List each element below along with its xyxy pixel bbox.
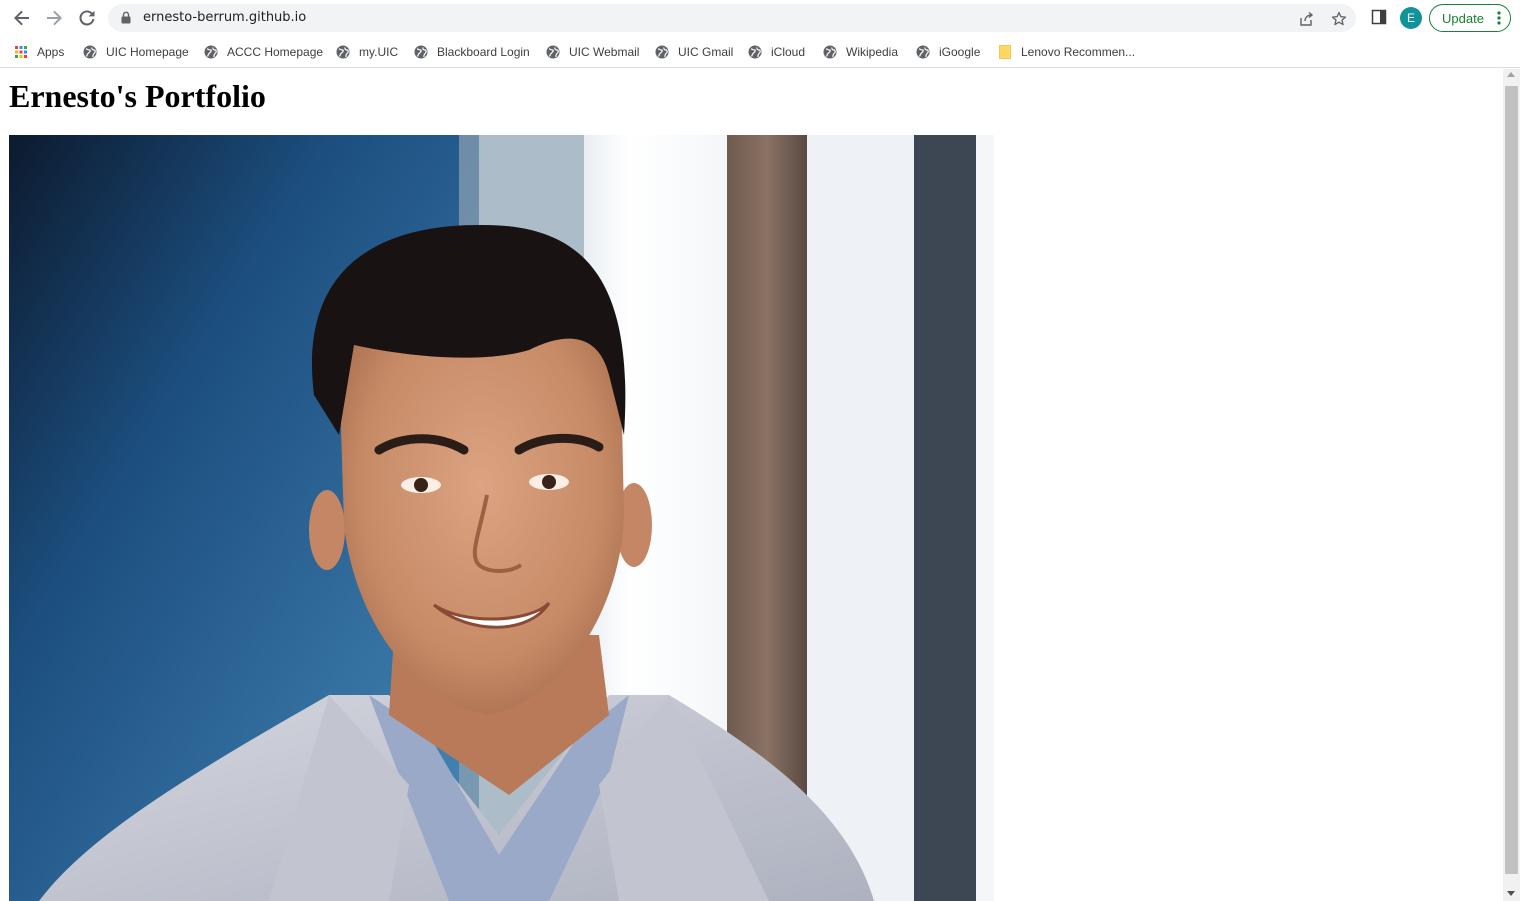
globe-icon [916, 45, 930, 59]
bookmark-blackboard-login[interactable]: Blackboard Login [414, 42, 530, 62]
star-icon [1331, 11, 1347, 26]
globe-icon [655, 45, 669, 59]
bookmark-label: iGoogle [939, 45, 981, 59]
lock-icon [121, 11, 131, 24]
bookmark-star-button[interactable] [1330, 10, 1348, 28]
bookmark-icloud[interactable]: iCloud [748, 42, 805, 62]
portrait-photo [9, 135, 994, 901]
side-panel-button[interactable] [1368, 6, 1390, 28]
globe-icon [748, 45, 762, 59]
apps-grid-icon [15, 46, 27, 58]
bookmark-label: Apps [37, 45, 65, 59]
bookmark-lenovo-folder[interactable]: Lenovo Recommen... [998, 42, 1135, 62]
bookmark-uic-homepage[interactable]: UIC Homepage [83, 42, 189, 62]
bookmark-label: iCloud [771, 45, 806, 59]
bookmark-my-uic[interactable]: my.UIC [336, 42, 398, 62]
bookmark-label: Lenovo Recommen... [1021, 45, 1136, 59]
profile-avatar[interactable]: E [1400, 7, 1422, 29]
bookmark-label: UIC Gmail [678, 45, 734, 59]
share-icon [1300, 11, 1314, 26]
back-button[interactable] [10, 6, 34, 30]
bookmark-igoogle[interactable]: iGoogle [916, 42, 980, 62]
scroll-up-arrow-icon[interactable] [1507, 72, 1515, 77]
update-label: Update [1442, 11, 1484, 26]
globe-icon [83, 45, 97, 59]
bookmark-label: my.UIC [359, 45, 399, 59]
bookmark-label: Wikipedia [846, 45, 899, 59]
globe-icon [546, 45, 560, 59]
globe-icon [414, 45, 428, 59]
bookmark-apps[interactable]: Apps [14, 42, 64, 62]
address-bar[interactable]: ernesto-berrum.github.io [108, 4, 1356, 32]
url-text[interactable]: ernesto-berrum.github.io [143, 10, 306, 25]
side-panel-icon [1371, 9, 1387, 25]
page-title: Ernesto's Portfolio [9, 78, 266, 114]
bookmark-label: Blackboard Login [437, 45, 530, 59]
share-button[interactable] [1297, 10, 1315, 28]
bookmark-wikipedia[interactable]: Wikipedia [823, 42, 898, 62]
scroll-thumb[interactable] [1505, 86, 1518, 874]
scroll-down-arrow-icon[interactable] [1507, 891, 1515, 896]
globe-icon [823, 45, 837, 59]
reload-icon [79, 10, 95, 26]
bookmark-label: ACCC Homepage [227, 45, 324, 59]
page-viewport: Ernesto's Portfolio [0, 69, 1503, 901]
globe-icon [204, 45, 218, 59]
back-arrow-icon [14, 10, 29, 26]
bookmark-uic-gmail[interactable]: UIC Gmail [655, 42, 733, 62]
forward-button[interactable] [42, 6, 66, 30]
bookmark-label: UIC Webmail [569, 45, 640, 59]
kebab-menu-icon [1497, 11, 1501, 25]
update-button[interactable]: Update [1429, 4, 1511, 32]
bookmark-accc-homepage[interactable]: ACCC Homepage [204, 42, 323, 62]
globe-icon [336, 45, 350, 59]
bookmarks-bar: Apps UIC Homepage ACCC Homepage my.UIC B… [0, 36, 1520, 68]
reload-button[interactable] [75, 6, 99, 30]
folder-icon [999, 45, 1011, 59]
bookmark-label: UIC Homepage [106, 45, 189, 59]
forward-arrow-icon [47, 10, 62, 26]
browser-toolbar: ernesto-berrum.github.io E Update [0, 0, 1520, 36]
bookmark-uic-webmail[interactable]: UIC Webmail [546, 42, 639, 62]
vertical-scrollbar[interactable] [1503, 69, 1520, 901]
